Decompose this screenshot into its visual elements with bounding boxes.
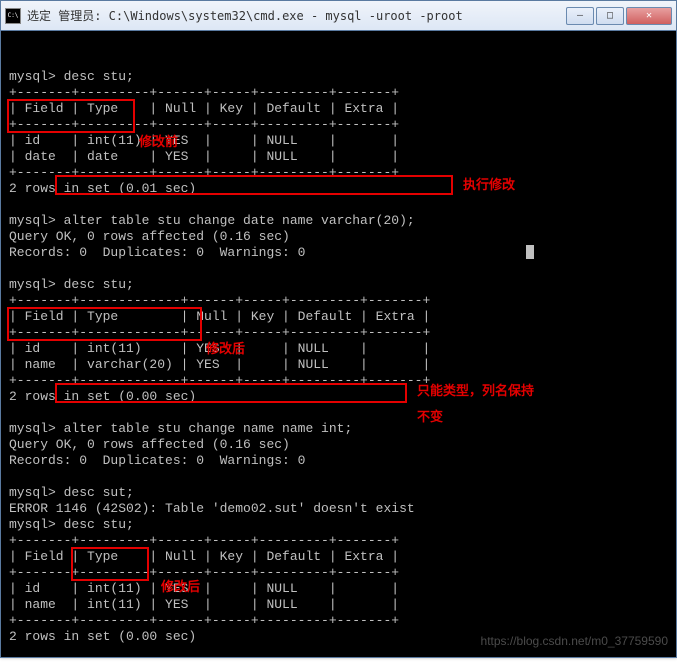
table-row: | date | date | YES | | NULL | | <box>9 149 399 164</box>
prompt-line: mysql> alter table stu change date name … <box>9 213 415 228</box>
separator: +-------+---------+------+-----+--------… <box>9 117 399 132</box>
result-line: 2 rows in set (0.00 sec) <box>9 629 196 644</box>
window-controls: — □ ✕ <box>566 7 672 25</box>
close-button[interactable]: ✕ <box>626 7 672 25</box>
table-row: | name | int(11) | YES | | NULL | | <box>9 597 399 612</box>
app-icon: C:\ <box>5 8 21 24</box>
annotation-label-after1: 修改后 <box>206 341 245 357</box>
maximize-button[interactable]: □ <box>596 7 624 25</box>
table-row: | name | varchar(20) | YES | | NULL | | <box>9 357 430 372</box>
result-line: Query OK, 0 rows affected (0.16 sec) <box>9 437 290 452</box>
separator: +-------+-------------+------+-----+----… <box>9 293 430 308</box>
text-cursor <box>526 245 534 259</box>
annotation-label-type-a: 只能类型，列名保持 <box>417 383 534 399</box>
terminal[interactable]: mysql> desc stu; +-------+---------+----… <box>1 31 676 657</box>
result-line: 2 rows in set (0.00 sec) <box>9 389 196 404</box>
error-line: ERROR 1146 (42S02): Table 'demo02.sut' d… <box>9 501 415 516</box>
table-row: | id | int(11) | YES | | NULL | | <box>9 581 399 596</box>
table-header: | Field | Type | Null | Key | Default | … <box>9 549 399 564</box>
result-line: Records: 0 Duplicates: 0 Warnings: 0 <box>9 453 305 468</box>
window-title: 选定 管理员: C:\Windows\system32\cmd.exe - my… <box>27 7 566 24</box>
annotation-label-type-b: 不变 <box>417 409 443 425</box>
result-line: Records: 0 Duplicates: 0 Warnings: 0 <box>9 245 305 260</box>
separator: +-------+-------------+------+-----+----… <box>9 325 430 340</box>
titlebar[interactable]: C:\ 选定 管理员: C:\Windows\system32\cmd.exe … <box>1 1 676 31</box>
minimize-button[interactable]: — <box>566 7 594 25</box>
table-header: | Field | Type | Null | Key | Default | … <box>9 101 399 116</box>
table-row: | id | int(11) | YES | | NULL | | <box>9 133 399 148</box>
separator: +-------+---------+------+-----+--------… <box>9 533 399 548</box>
prompt-line: mysql> desc sut; <box>9 485 134 500</box>
separator: +-------+-------------+------+-----+----… <box>9 373 430 388</box>
result-line: 2 rows in set (0.01 sec) <box>9 181 196 196</box>
table-header: | Field | Type | Null | Key | Default | … <box>9 309 430 324</box>
prompt-line: mysql> desc stu; <box>9 69 134 84</box>
app-window: C:\ 选定 管理员: C:\Windows\system32\cmd.exe … <box>0 0 677 658</box>
separator: +-------+---------+------+-----+--------… <box>9 165 399 180</box>
watermark: https://blog.csdn.net/m0_37759590 <box>481 633 668 649</box>
prompt-line: mysql> alter table stu change name name … <box>9 421 352 436</box>
prompt-line: mysql> desc stu; <box>9 517 134 532</box>
separator: +-------+---------+------+-----+--------… <box>9 85 399 100</box>
annotation-label-exec: 执行修改 <box>463 177 515 193</box>
terminal-content: mysql> desc stu; +-------+---------+----… <box>9 69 668 657</box>
separator: +-------+---------+------+-----+--------… <box>9 613 399 628</box>
result-line: Query OK, 0 rows affected (0.16 sec) <box>9 229 290 244</box>
prompt-line: mysql> desc stu; <box>9 277 134 292</box>
annotation-label-before: 修改前 <box>139 134 178 150</box>
annotation-label-after2: 修改后 <box>161 579 200 595</box>
separator: +-------+---------+------+-----+--------… <box>9 565 399 580</box>
